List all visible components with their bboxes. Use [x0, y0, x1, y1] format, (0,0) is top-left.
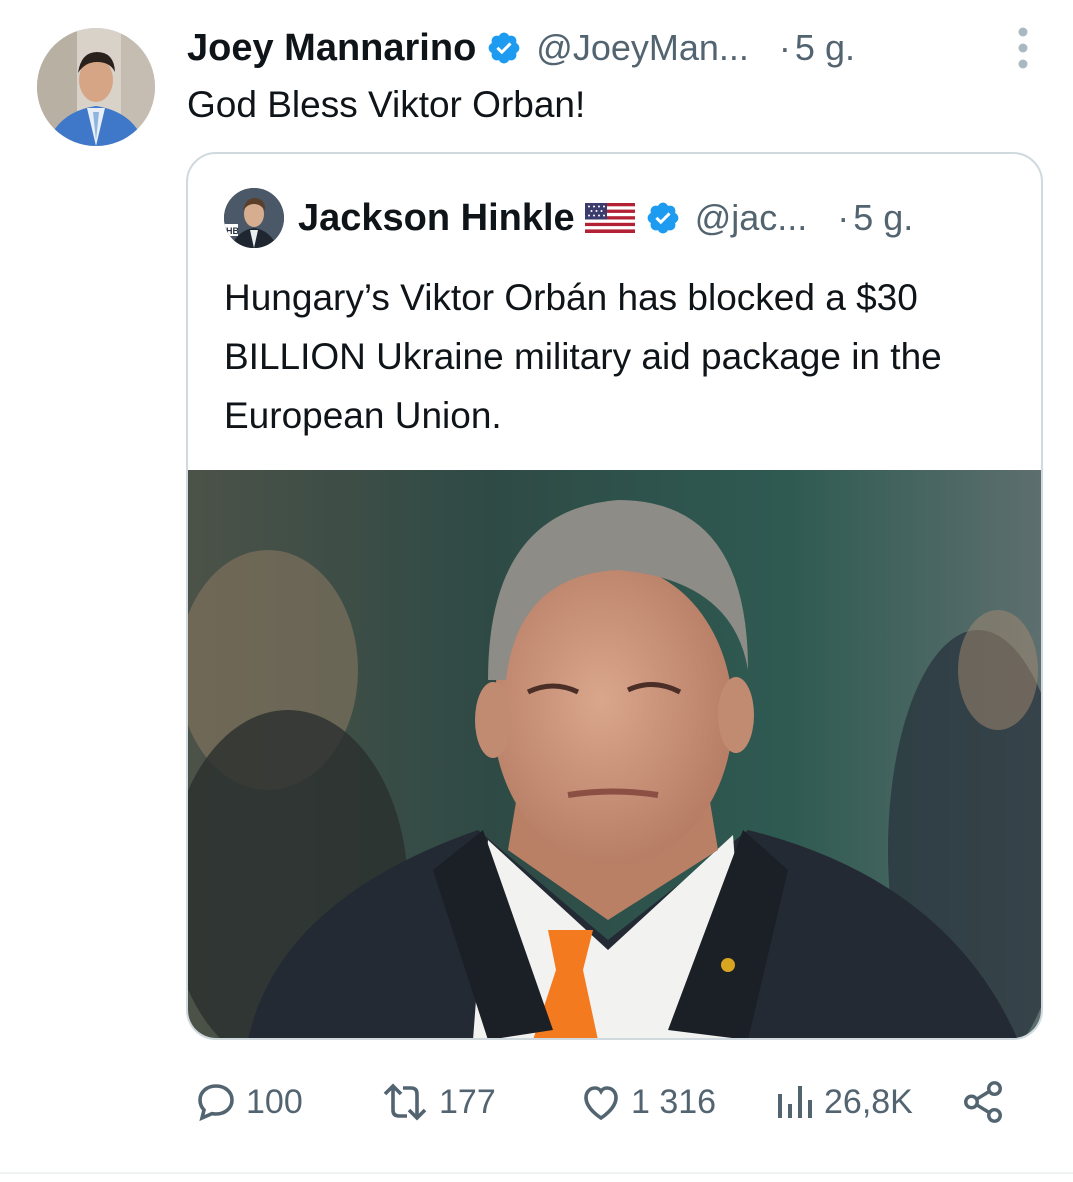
reply-button[interactable]: 100 [192, 1076, 303, 1128]
repost-count: 177 [439, 1082, 496, 1121]
quote-verified-badge-icon [647, 202, 679, 234]
heart-icon [584, 1086, 618, 1121]
tweet-action-bar: 100 177 1 316 26,8K [192, 1076, 1012, 1128]
reply-count: 100 [246, 1082, 303, 1121]
us-flag-icon [584, 203, 635, 233]
quoted-tweet[interactable]: HB Jackson Hinkle @jac... · 5 g. Hungary… [186, 152, 1043, 1040]
quote-dot-separator: · [837, 197, 850, 238]
quote-media-photo[interactable] [188, 470, 1041, 1040]
quote-text: Hungary’s Viktor Orbán has blocked a $30… [224, 277, 942, 436]
views-button[interactable]: 26,8K [770, 1076, 913, 1128]
divider [0, 1172, 1073, 1174]
like-button[interactable]: 1 316 [577, 1076, 716, 1128]
repost-icon [383, 1083, 427, 1121]
tweet-header: Joey Mannarino @JoeyMan... · 5 g. [187, 24, 1033, 72]
quote-header: HB Jackson Hinkle @jac... · 5 g. [224, 188, 1011, 248]
views-count: 26,8K [824, 1082, 913, 1121]
svg-text:HB: HB [226, 226, 239, 236]
repost-button[interactable]: 177 [377, 1076, 496, 1128]
tweet-time[interactable]: 5 g. [795, 27, 855, 69]
views-chart-icon [778, 1086, 812, 1118]
verified-badge-icon [488, 32, 520, 64]
quote-avatar-photo: HB [224, 188, 284, 248]
reply-icon [198, 1084, 234, 1122]
author-avatar[interactable] [37, 28, 155, 146]
avatar-photo [37, 28, 155, 146]
like-count: 1 316 [631, 1082, 717, 1121]
quote-time[interactable]: 5 g. [853, 197, 913, 239]
quote-author-avatar[interactable]: HB [224, 188, 284, 248]
author-handle[interactable]: @JoeyMan... [536, 27, 749, 69]
share-icon [964, 1081, 1002, 1123]
share-button[interactable] [960, 1076, 1006, 1128]
dot-separator: · [778, 27, 791, 68]
more-options-icon[interactable] [1017, 26, 1029, 70]
quote-author-handle[interactable]: @jac... [695, 197, 808, 239]
tweet-text: God Bless Viktor Orban! [187, 84, 586, 125]
author-name[interactable]: Joey Mannarino [187, 27, 476, 70]
quote-author-name[interactable]: Jackson Hinkle [298, 197, 575, 240]
